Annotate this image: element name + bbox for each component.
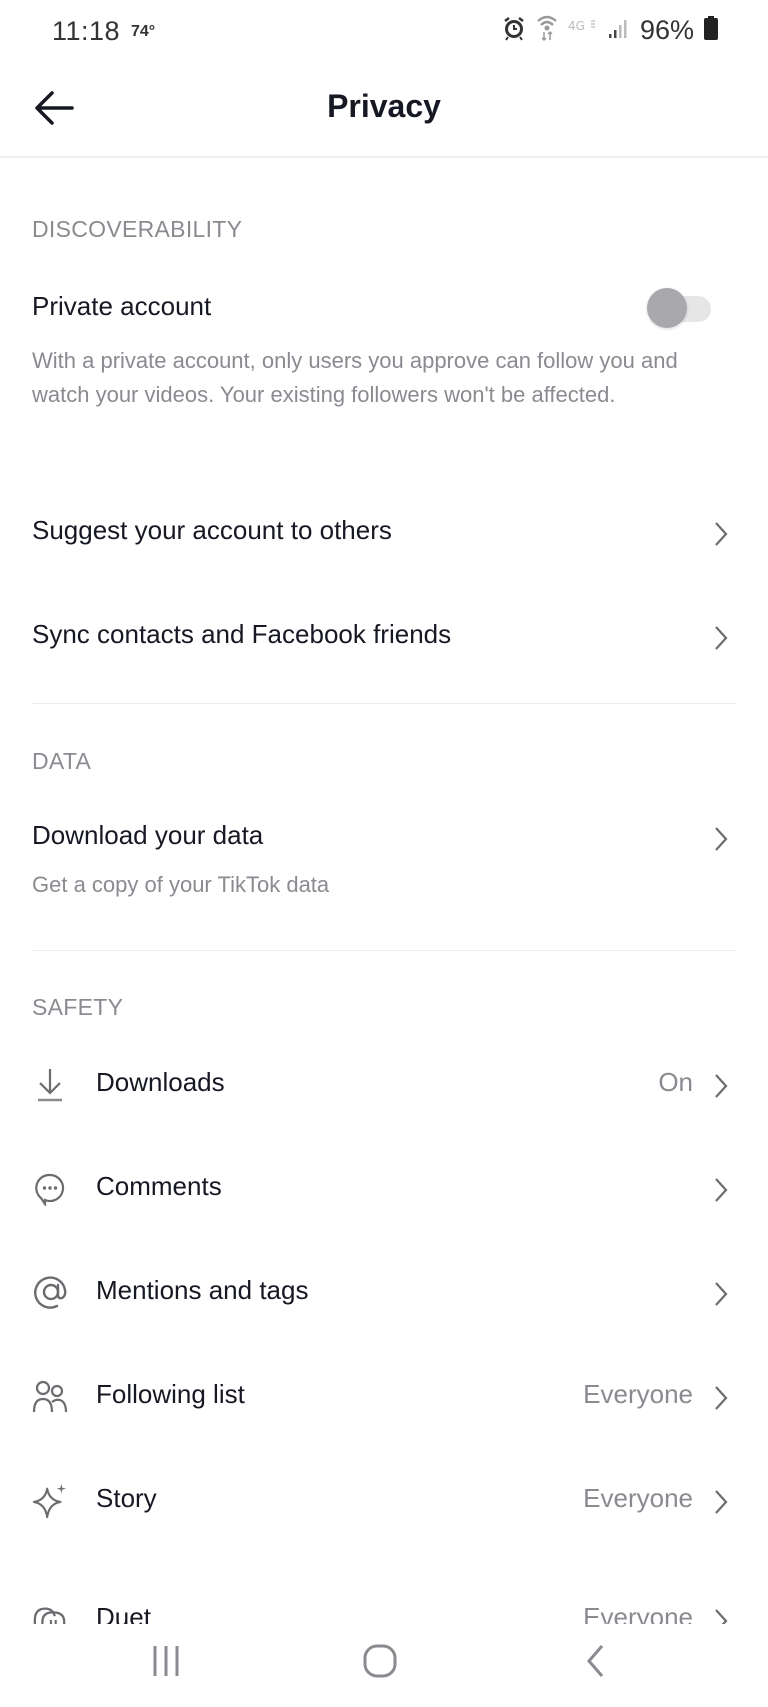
private-account-row: Private account With a private account, … — [0, 280, 768, 450]
status-temperature: 74° — [131, 23, 156, 40]
status-time: 11:18 — [52, 16, 121, 46]
section-header-data: DATA — [32, 748, 92, 774]
download-data-label: Download your data — [32, 820, 264, 850]
system-back-button[interactable] — [566, 1638, 626, 1688]
chevron-right-icon — [708, 1606, 734, 1624]
sparkle-icon — [32, 1483, 68, 1519]
people-icon — [32, 1379, 68, 1415]
section-header-safety: SAFETY — [32, 994, 124, 1020]
story-row[interactable]: Story Everyone — [0, 1466, 768, 1536]
clipped-list-area: Duet Everyone — [0, 1590, 768, 1624]
battery-percent: 96% — [639, 15, 694, 45]
following-list-label: Following list — [96, 1379, 245, 1409]
following-list-value: Everyone — [583, 1379, 693, 1409]
home-button[interactable] — [350, 1638, 410, 1688]
system-nav-bar — [0, 1624, 768, 1707]
comments-row[interactable]: Comments — [0, 1154, 768, 1224]
story-label: Story — [96, 1483, 157, 1513]
mentions-label: Mentions and tags — [96, 1275, 309, 1305]
sync-contacts-label: Sync contacts and Facebook friends — [32, 619, 452, 649]
recent-apps-button[interactable] — [136, 1638, 196, 1688]
comments-label: Comments — [96, 1171, 222, 1201]
downloads-row[interactable]: Downloads On — [0, 1050, 768, 1120]
downloads-label: Downloads — [96, 1067, 225, 1097]
suggest-account-row[interactable]: Suggest your account to others — [0, 498, 768, 568]
alarm-icon — [502, 15, 526, 46]
home-icon — [362, 1643, 398, 1684]
chevron-right-icon — [708, 623, 734, 653]
download-data-subtitle: Get a copy of your TikTok data — [32, 872, 330, 897]
at-sign-icon — [32, 1275, 68, 1311]
download-icon — [32, 1067, 68, 1103]
chevron-right-icon — [708, 519, 734, 549]
section-divider — [32, 703, 736, 704]
status-bar: 11:18 74° 4G 96% — [0, 0, 768, 66]
signal-icon — [608, 17, 630, 44]
duet-row[interactable]: Duet Everyone — [0, 1590, 768, 1624]
4g-icon: 4G — [568, 18, 598, 43]
status-icons: 4G 96% — [502, 14, 718, 47]
chevron-right-icon — [708, 824, 734, 854]
download-data-row[interactable]: Download your data Get a copy of your Ti… — [0, 806, 768, 906]
back-icon — [584, 1643, 608, 1684]
chevron-right-icon — [708, 1383, 734, 1413]
downloads-value: On — [658, 1067, 693, 1097]
chevron-right-icon — [708, 1175, 734, 1205]
mentions-row[interactable]: Mentions and tags — [0, 1258, 768, 1328]
wifi-data-icon — [536, 14, 558, 47]
private-account-description: With a private account, only users you a… — [32, 348, 678, 407]
following-list-row[interactable]: Following list Everyone — [0, 1362, 768, 1432]
page-title: Privacy — [327, 88, 441, 124]
toggle-knob — [647, 288, 687, 328]
duet-label: Duet — [96, 1602, 151, 1624]
section-header-discoverability: DISCOVERABILITY — [32, 216, 243, 242]
sync-contacts-row[interactable]: Sync contacts and Facebook friends — [0, 602, 768, 672]
chevron-right-icon — [708, 1279, 734, 1309]
section-divider — [32, 950, 736, 951]
duet-value: Everyone — [583, 1602, 693, 1624]
svg-text:4G: 4G — [568, 19, 585, 33]
chevron-right-icon — [708, 1487, 734, 1517]
recent-apps-icon — [149, 1644, 183, 1683]
private-account-toggle[interactable] — [647, 288, 713, 328]
nav-header: Privacy — [0, 66, 768, 158]
duet-icon — [32, 1602, 68, 1624]
chevron-right-icon — [708, 1071, 734, 1101]
story-value: Everyone — [583, 1483, 693, 1513]
battery-icon — [704, 16, 718, 45]
suggest-account-label: Suggest your account to others — [32, 515, 392, 545]
comment-icon — [32, 1171, 68, 1207]
private-account-label: Private account — [32, 291, 212, 321]
